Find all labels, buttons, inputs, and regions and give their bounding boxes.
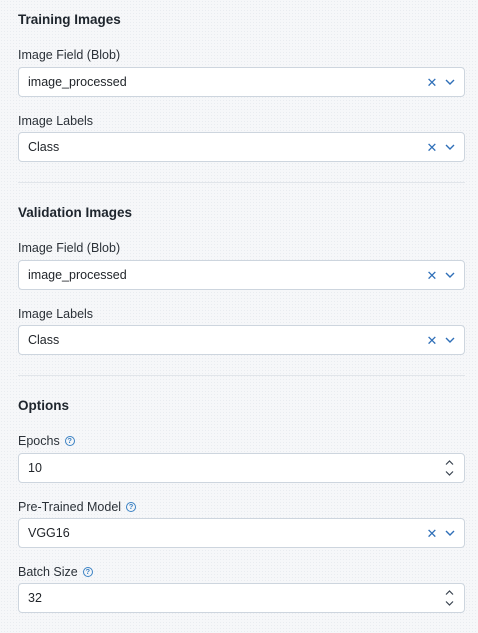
validation-image-field-select[interactable]: image_processed ✕	[18, 260, 465, 290]
close-icon[interactable]: ✕	[426, 141, 438, 154]
batch-size-stepper-buttons	[442, 588, 456, 609]
epochs-value: 10	[28, 461, 42, 475]
section-divider	[18, 375, 465, 376]
validation-image-labels-label: Image Labels	[18, 307, 94, 321]
pretrained-model-label: Pre-Trained Model ?	[18, 500, 137, 514]
training-image-field-select[interactable]: image_processed ✕	[18, 67, 465, 97]
pretrained-model-value: VGG16	[28, 526, 70, 540]
batch-size-stepper[interactable]: 32	[18, 583, 465, 613]
chevron-down-icon[interactable]	[442, 267, 458, 283]
validation-image-labels-value: Class	[28, 333, 60, 347]
chevron-up-icon[interactable]	[443, 588, 455, 598]
epochs-label: Epochs ?	[18, 434, 75, 448]
training-images-heading: Training Images	[18, 12, 121, 27]
batch-size-label: Batch Size ?	[18, 565, 93, 579]
epochs-stepper-buttons	[442, 458, 456, 479]
chevron-down-icon[interactable]	[442, 139, 458, 155]
validation-image-labels-select[interactable]: Class ✕	[18, 325, 465, 355]
options-heading: Options	[18, 398, 69, 413]
close-icon[interactable]: ✕	[426, 76, 438, 89]
chevron-down-icon[interactable]	[442, 525, 458, 541]
training-config-panel: Training Images Image Field (Blob) image…	[0, 0, 478, 633]
close-icon[interactable]: ✕	[426, 334, 438, 347]
training-image-field-label: Image Field (Blob)	[18, 48, 121, 62]
chevron-up-icon[interactable]	[443, 458, 455, 468]
training-image-labels-value: Class	[28, 140, 60, 154]
close-icon[interactable]: ✕	[426, 527, 438, 540]
training-image-field-value: image_processed	[28, 75, 127, 89]
validation-image-field-label: Image Field (Blob)	[18, 241, 121, 255]
close-icon[interactable]: ✕	[426, 269, 438, 282]
chevron-down-icon[interactable]	[442, 74, 458, 90]
chevron-down-icon[interactable]	[442, 332, 458, 348]
validation-images-heading: Validation Images	[18, 205, 133, 220]
validation-image-field-value: image_processed	[28, 268, 127, 282]
training-image-labels-label: Image Labels	[18, 114, 94, 128]
chevron-down-icon[interactable]	[443, 599, 455, 609]
epochs-stepper[interactable]: 10	[18, 453, 465, 483]
pretrained-model-select[interactable]: VGG16 ✕	[18, 518, 465, 548]
help-circle-icon[interactable]: ?	[64, 436, 75, 446]
help-circle-icon[interactable]: ?	[82, 567, 93, 577]
batch-size-value: 32	[28, 591, 42, 605]
section-divider	[18, 182, 465, 183]
help-circle-icon[interactable]: ?	[126, 502, 137, 512]
chevron-down-icon[interactable]	[443, 469, 455, 479]
training-image-labels-select[interactable]: Class ✕	[18, 132, 465, 162]
